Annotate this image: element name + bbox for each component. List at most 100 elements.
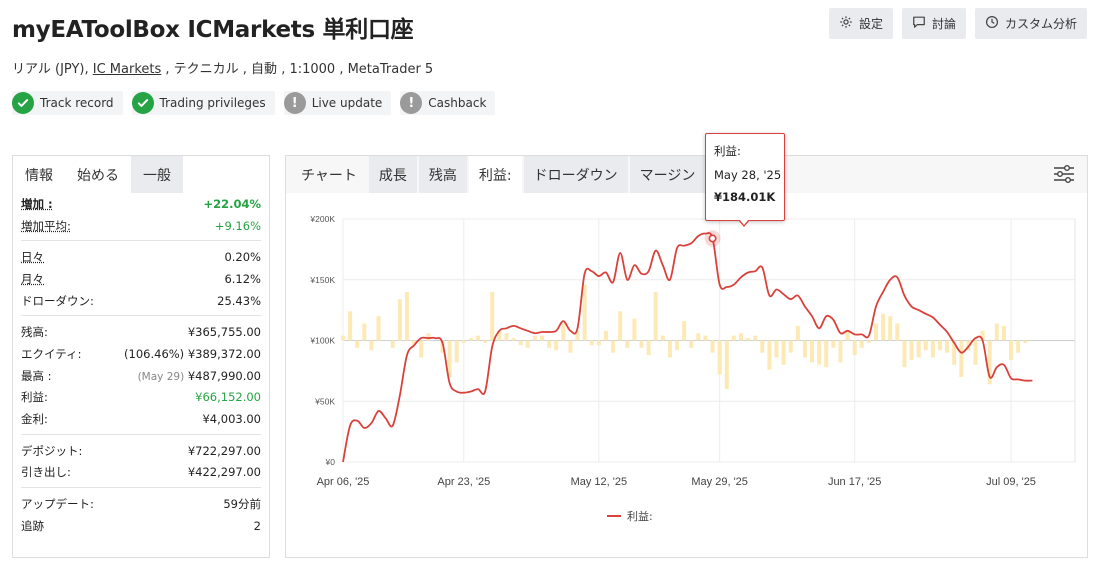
badge-track-record[interactable]: Track record (12, 91, 123, 115)
stat-value: ¥365,755.00 (187, 325, 261, 340)
daily-bar (397, 299, 402, 341)
daily-bar (490, 291, 495, 341)
tab-drawdown[interactable]: ドローダウン (523, 156, 628, 193)
stat-label: 残高: (21, 325, 48, 340)
stats-list: 増加 : +22.04% 増加平均: +9.16% 日々 0.20% 月々 6.12% … (13, 193, 269, 537)
tab-margin[interactable]: マージン (629, 156, 706, 193)
daily-bar (390, 340, 395, 348)
custom-analysis-button-label: カスタム分析 (1004, 17, 1077, 31)
badge-label: Cashback (428, 96, 487, 110)
daily-bar (689, 340, 694, 348)
verification-badges: Track record Trading privileges ! Live u… (12, 91, 496, 115)
settings-button[interactable]: 設定 (828, 8, 893, 39)
daily-bar (923, 340, 928, 351)
legend-label: 利益: (627, 509, 653, 523)
badge-cashback[interactable]: ! Cashback (400, 91, 496, 115)
daily-bar (1009, 340, 1014, 360)
stat-value: ¥4,003.00 (202, 412, 261, 427)
divider (21, 240, 261, 242)
daily-bar (902, 340, 907, 368)
daily-bar (611, 340, 616, 353)
daily-bar (895, 323, 900, 341)
stat-label: 月々 (21, 271, 44, 286)
daily-bar (945, 340, 950, 353)
account-details: , テクニカル , 自動 , 1:1000 , MetaTrader 5 (161, 62, 434, 77)
badge-trading-privileges[interactable]: Trading privileges (131, 91, 275, 115)
stat-value: 6.12% (224, 271, 261, 286)
daily-bar (667, 340, 672, 358)
daily-bar (561, 323, 566, 341)
daily-bar (874, 323, 879, 341)
stat-drawdown: ドローダウン: 25.43% (21, 290, 261, 312)
daily-bar (511, 338, 516, 341)
badge-live-update[interactable]: ! Live update (283, 91, 392, 115)
tab-general[interactable]: 一般 (131, 156, 183, 193)
stat-value: ¥66,152.00 (195, 390, 261, 405)
stat-label: 追跡 (21, 518, 44, 533)
custom-analysis-button[interactable]: カスタム分析 (974, 8, 1087, 39)
stat-label: アップデート: (21, 497, 94, 512)
daily-bar (554, 340, 559, 351)
daily-bar (838, 340, 843, 363)
tab-info[interactable]: 情報 (13, 156, 65, 193)
tab-growth[interactable]: 成長 (368, 156, 417, 193)
tab-chart[interactable]: チャート (291, 156, 367, 193)
page: myEAToolBox ICMarkets 単利口座 設定 討論 カスタム分析 … (0, 0, 1093, 564)
daily-bar (746, 338, 751, 341)
daily-bar (696, 333, 701, 341)
x-tick-label: Jul 09, '25 (986, 476, 1036, 488)
daily-bar (738, 333, 743, 341)
daily-bar (348, 311, 353, 341)
divider (21, 487, 261, 489)
profit-chart[interactable]: ¥0 ¥50K ¥100K ¥150K ¥200K Apr 06, '25 Apr 23, … (286, 193, 1087, 557)
tab-balance[interactable]: 残高 (418, 156, 467, 193)
stat-gain: 増加 : +22.04% (21, 193, 261, 215)
y-tick-label: ¥150K (309, 275, 335, 285)
daily-bar (682, 321, 687, 341)
daily-bar (760, 340, 765, 353)
stat-daily: 日々 0.20% (21, 246, 261, 268)
daily-bar (419, 340, 424, 358)
x-tick-label: May 29, '25 (691, 476, 748, 488)
daily-bar (547, 340, 552, 348)
tab-start[interactable]: 始める (65, 156, 131, 193)
settings-button-label: 設定 (858, 17, 883, 31)
daily-bar (767, 340, 772, 370)
stat-value: ¥722,297.00 (187, 443, 261, 458)
daily-bar (582, 284, 587, 341)
stat-value: +22.04% (203, 196, 261, 211)
y-tick-label: ¥100K (309, 336, 335, 346)
check-icon (12, 92, 34, 114)
stat-value: 0.20% (224, 250, 261, 265)
chart-tabs: チャート 成長 残高 利益: ドローダウン マージン (286, 156, 1087, 193)
daily-bar (1001, 325, 1006, 341)
badge-label: Track record (40, 96, 114, 110)
stat-label: 増加 : (21, 196, 53, 211)
stat-label: 利益: (21, 390, 48, 405)
stat-withdrawals: 引き出し: ¥422,297.00 (21, 462, 261, 484)
daily-bar (461, 340, 466, 343)
badge-label: Live update (311, 96, 383, 110)
daily-bar (852, 340, 857, 356)
tooltip-series: 利益: (714, 144, 741, 158)
y-tick-label: ¥50K (314, 396, 335, 406)
page-title: myEAToolBox ICMarkets 単利口座 (12, 17, 414, 43)
stat-label: 増加平均: (21, 218, 71, 233)
daily-bar (653, 291, 658, 341)
stat-label: 最高 : (21, 368, 52, 383)
tooltip-value: ¥184.01K (714, 190, 776, 204)
daily-bar (788, 340, 793, 353)
daily-bar (937, 340, 942, 351)
clock-icon (985, 15, 999, 32)
daily-bar (959, 340, 964, 377)
daily-bar (810, 340, 815, 363)
daily-bar (504, 333, 509, 341)
broker-link[interactable]: IC Markets (93, 62, 162, 77)
sliders-icon[interactable] (1053, 164, 1075, 184)
discussion-button[interactable]: 討論 (901, 8, 966, 39)
tab-profit[interactable]: 利益: (468, 156, 522, 193)
daily-bar (817, 340, 822, 365)
daily-bar (618, 311, 623, 341)
daily-bar (568, 340, 573, 353)
stat-interest: 金利: ¥4,003.00 (21, 408, 261, 430)
